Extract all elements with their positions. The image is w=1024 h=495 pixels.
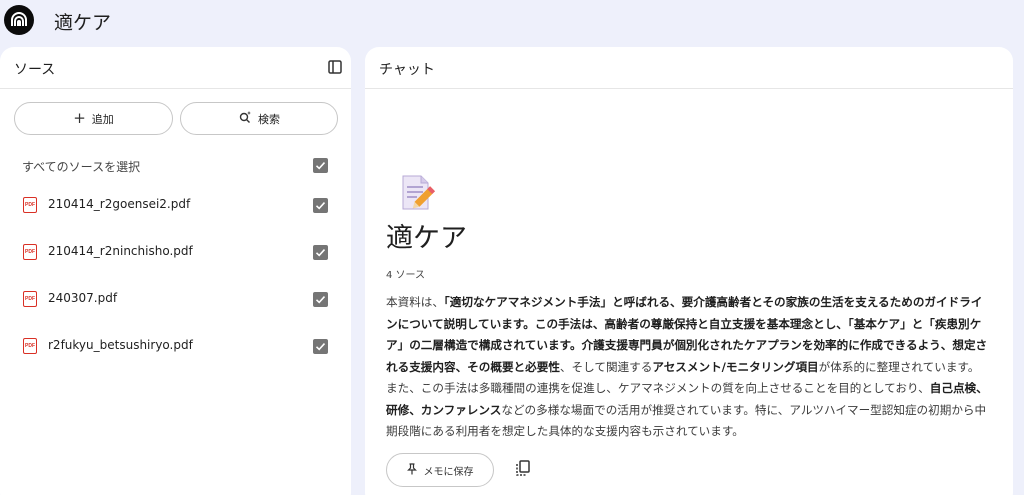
source-item[interactable]: PDF 210414_r2ninchisho.pdf (0, 240, 351, 266)
select-all-row: すべてのソースを選択 (0, 155, 351, 177)
sources-title: ソース (14, 62, 56, 78)
pdf-icon: PDF (23, 197, 37, 213)
search-sources-button[interactable]: 検索 (180, 102, 338, 135)
pdf-icon: PDF (23, 291, 37, 307)
collapse-panel-icon[interactable] (327, 59, 343, 75)
source-item[interactable]: PDF 210414_r2goensei2.pdf (0, 193, 351, 219)
search-sources-label: 検索 (258, 112, 280, 126)
summary-segment: 、そして関連する (559, 359, 653, 374)
source-name: 240307.pdf (48, 291, 118, 305)
chat-header: チャット (365, 47, 1013, 89)
select-all-checkbox[interactable] (313, 158, 328, 173)
source-item[interactable]: PDF 240307.pdf (0, 287, 351, 313)
source-checkbox[interactable] (313, 245, 328, 260)
summary-segment: 本資料は、 (386, 295, 444, 309)
source-checkbox[interactable] (313, 292, 328, 307)
sources-header: ソース (0, 47, 351, 89)
sources-panel: ソース + 追加 検索 すべてのソースを選択 PDF 210414_r2goen… (0, 47, 351, 495)
app-title[interactable]: 適ケア (54, 8, 111, 35)
add-source-label: 追加 (91, 112, 114, 126)
source-item[interactable]: PDF r2fukyu_betsushiryo.pdf (0, 334, 351, 360)
copy-icon[interactable] (514, 459, 532, 477)
source-name: r2fukyu_betsushiryo.pdf (48, 338, 193, 352)
pin-icon (406, 462, 417, 478)
notebook-summary: 本資料は、「適切なケアマネジメント手法」と呼ばれる、要介護高齢者とその家族の生活… (386, 292, 990, 443)
source-count: 4 ソース (386, 270, 426, 281)
top-bar: 適ケア (0, 0, 1024, 44)
summary-segment: アセスメント/モニタリング項目 (652, 359, 819, 374)
save-to-note-button[interactable]: メモに保存 (386, 453, 494, 487)
save-to-note-label: メモに保存 (423, 466, 474, 478)
source-checkbox[interactable] (313, 198, 328, 213)
memo-emoji-icon (399, 173, 436, 213)
add-source-button[interactable]: + 追加 (14, 102, 173, 135)
select-all-label: すべてのソースを選択 (22, 160, 141, 174)
notebook-logo-icon[interactable] (4, 5, 34, 35)
source-checkbox[interactable] (313, 339, 328, 354)
pdf-icon: PDF (23, 338, 37, 354)
pdf-icon: PDF (23, 244, 37, 260)
chat-title: チャット (379, 62, 435, 78)
notebook-title: 適ケア (386, 223, 467, 254)
plus-icon: + (73, 109, 86, 127)
search-sparkle-icon (238, 110, 252, 127)
source-name: 210414_r2ninchisho.pdf (48, 244, 193, 258)
source-name: 210414_r2goensei2.pdf (48, 197, 191, 211)
